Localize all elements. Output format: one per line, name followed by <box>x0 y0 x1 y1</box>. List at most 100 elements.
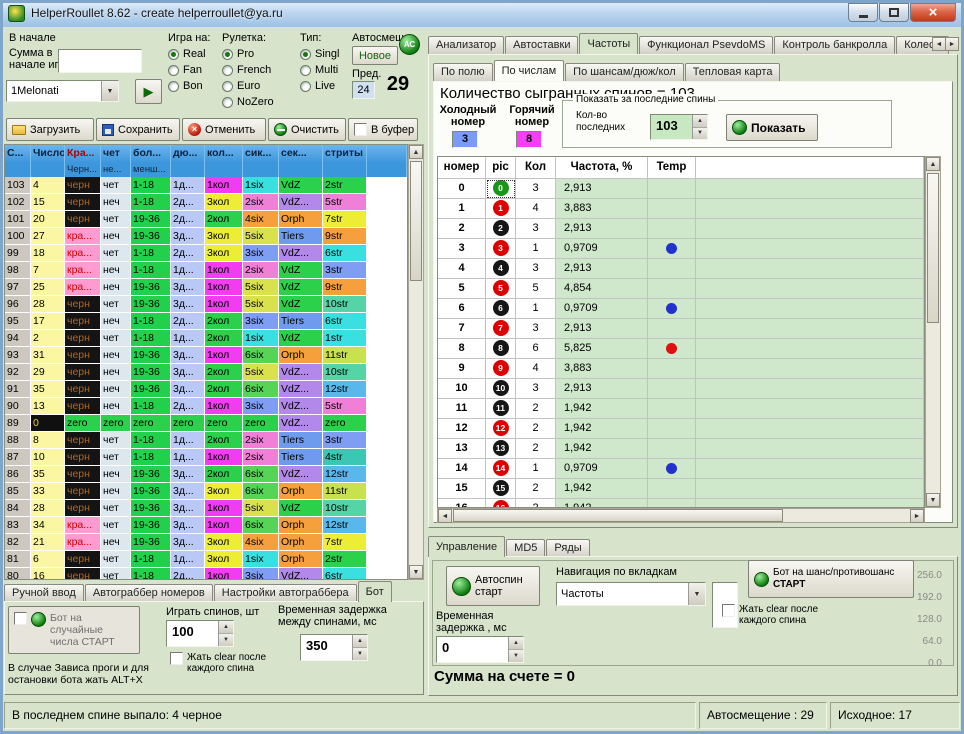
freq-row[interactable]: 1143,883 <box>438 199 924 219</box>
history-row[interactable]: 8710чернчет1-181д...1кол2sixTiers4str <box>5 449 407 466</box>
history-row[interactable]: 942чернчет1-181д...2кол1sixVdZ1str <box>5 330 407 347</box>
freq-row[interactable]: 2232,913 <box>438 219 924 239</box>
history-row[interactable]: 888чернчет1-181д...2кол2sixTiers3str <box>5 432 407 449</box>
history-row[interactable]: 9628чернчет19-363д...1кол5sixVdZ10str <box>5 296 407 313</box>
history-row[interactable]: 8428чернчет19-363д...1кол5sixVdZ10str <box>5 500 407 517</box>
autospin-button[interactable]: Автоспин старт <box>446 566 540 606</box>
radio-French[interactable]: French <box>222 62 274 78</box>
spin-down-icon[interactable]: ▼ <box>219 634 233 646</box>
freq-row[interactable]: 121221,942 <box>438 419 924 439</box>
radio-Singl[interactable]: Singl <box>300 46 339 62</box>
spin-up-icon[interactable]: ▲ <box>509 637 523 650</box>
freq-row[interactable]: 141410,9709 <box>438 459 924 479</box>
chevron-down-icon[interactable]: ▼ <box>101 81 118 101</box>
freq-row[interactable]: 111121,942 <box>438 399 924 419</box>
chevron-down-icon[interactable]: ▼ <box>688 583 705 605</box>
scroll-up-icon[interactable]: ▲ <box>409 145 423 159</box>
br-delay-value[interactable]: 0 <box>437 637 508 662</box>
tab-Ручной ввод[interactable]: Ручной ввод <box>4 584 84 602</box>
close-button[interactable]: × <box>910 3 956 22</box>
freq-col-header[interactable]: номер <box>438 157 486 179</box>
radio-Live[interactable]: Live <box>300 78 339 94</box>
history-row[interactable]: 8221кра...неч19-363д...3кол4sixOrph7str <box>5 534 407 551</box>
spin-up-icon[interactable]: ▲ <box>219 621 233 634</box>
tab-Управление[interactable]: Управление <box>428 536 505 557</box>
history-row[interactable]: 10120чернчет19-362д...2кол4sixOrph7str <box>5 211 407 228</box>
freq-row[interactable]: 6610,9709 <box>438 299 924 319</box>
spins-count-value[interactable]: 100 <box>167 621 218 646</box>
spins-count-stepper[interactable]: 100 ▲ ▼ <box>166 620 234 647</box>
history-row[interactable]: 987кра...неч1-181д...1кол2sixVdZ3str <box>5 262 407 279</box>
bl-clear-checkbox-row[interactable]: Жать clear после каждого спина <box>170 652 266 674</box>
history-row[interactable]: 9918кра...чет1-182д...3кол3sixVdZ...6str <box>5 245 407 262</box>
cancel-button[interactable]: × Отменить <box>182 118 266 141</box>
spin-down-icon[interactable]: ▼ <box>509 650 523 662</box>
freq-row[interactable]: 161621,942 <box>438 499 924 508</box>
history-col-header[interactable]: кол... <box>205 145 243 163</box>
freq-row[interactable]: 8865,825 <box>438 339 924 359</box>
br-delay-stepper[interactable]: 0 ▲ ▼ <box>436 636 524 663</box>
freq-row[interactable]: 5554,854 <box>438 279 924 299</box>
history-row[interactable]: 9331черннеч19-363д...1кол6sixOrph11str <box>5 347 407 364</box>
show-button[interactable]: Показать <box>726 114 818 141</box>
history-row[interactable]: 9135черннеч19-363д...2кол6sixVdZ...12str <box>5 381 407 398</box>
history-row[interactable]: 9229черннеч19-363д...2кол5sixVdZ...10str <box>5 364 407 381</box>
clear-button[interactable]: Очистить <box>268 118 346 141</box>
tab-Автоставки[interactable]: Автоставки <box>505 36 578 54</box>
bl-clear-checkbox[interactable] <box>170 652 183 665</box>
history-row[interactable]: 9725кра...неч19-363д...1кол5sixVdZ9str <box>5 279 407 296</box>
freq-hscroll-thumb[interactable] <box>453 509 783 522</box>
title-bar[interactable]: HelperRoullet 8.62 - create helperroulle… <box>0 0 964 27</box>
maximize-button[interactable] <box>879 3 909 22</box>
history-col-header[interactable]: Число <box>31 145 65 163</box>
freq-col-header[interactable]: pic <box>486 157 516 179</box>
history-vertical-scrollbar[interactable]: ▲ ▼ <box>408 144 424 580</box>
tab-Тепловая карта[interactable]: Тепловая карта <box>685 63 781 81</box>
radio-NoZero[interactable]: NoZero <box>222 94 274 110</box>
radio-Bon[interactable]: Bon <box>168 78 206 94</box>
freq-col-header[interactable]: Частота, % <box>556 157 648 179</box>
history-row[interactable]: 8334кра...чет19-363д...1кол6sixOrph12str <box>5 517 407 534</box>
history-col-header[interactable]: бол... <box>131 145 171 163</box>
freq-row[interactable]: 0032,913 <box>438 179 924 199</box>
freq-col-header[interactable]: Кол <box>516 157 556 179</box>
history-row[interactable]: 8635черннеч19-363д...2кол6sixVdZ...12str <box>5 466 407 483</box>
freq-row[interactable]: 101032,913 <box>438 379 924 399</box>
history-row[interactable]: 1034чернчет1-181д...1кол1sixVdZ2str <box>5 177 407 194</box>
tab-Ряды[interactable]: Ряды <box>546 539 589 557</box>
radio-Euro[interactable]: Euro <box>222 78 274 94</box>
save-button[interactable]: Сохранить <box>96 118 180 141</box>
freq-col-header[interactable]: Temp <box>648 157 696 179</box>
last-count-value[interactable]: 103 <box>651 115 692 139</box>
random-bot-checkbox[interactable] <box>14 612 27 625</box>
radio-Real[interactable]: Real <box>168 46 206 62</box>
freq-horizontal-scrollbar[interactable]: ◄ ► <box>437 508 925 523</box>
tab-Контроль банкролла[interactable]: Контроль банкролла <box>774 36 895 54</box>
tab-По полю[interactable]: По полю <box>433 63 493 81</box>
autoshift-new-button[interactable]: Новое <box>352 46 398 65</box>
tab-Функционал PsevdoMS[interactable]: Функционал PsevdoMS <box>639 36 773 54</box>
history-scroll-thumb[interactable] <box>410 161 422 281</box>
tab-Настройки автограббера[interactable]: Настройки автограббера <box>214 584 357 602</box>
last-count-stepper[interactable]: 103 ▲ ▼ <box>650 114 708 140</box>
nav-combobox[interactable]: Частоты ▼ <box>556 582 706 606</box>
history-row[interactable]: 10027кра...неч19-363д...3кол5sixTiers9st… <box>5 228 407 245</box>
tab-scroll-right-icon[interactable]: ► <box>945 37 959 51</box>
spin-down-icon[interactable]: ▼ <box>693 128 707 140</box>
history-col-header[interactable]: сек... <box>279 145 323 163</box>
freq-row[interactable]: 4432,913 <box>438 259 924 279</box>
scroll-down-icon[interactable]: ▼ <box>926 493 940 507</box>
tab-MD5[interactable]: MD5 <box>506 539 545 557</box>
br-clear-checkbox[interactable] <box>722 604 735 617</box>
history-row[interactable]: 8533черннеч19-363д...3кол6sixOrph11str <box>5 483 407 500</box>
history-col-header[interactable]: Кра... <box>65 145 101 163</box>
spin-delay-value[interactable]: 350 <box>301 635 352 660</box>
history-row[interactable]: 8016чернчет1-182д...1кол3sixVdZ...6str <box>5 568 407 580</box>
spin-down-icon[interactable]: ▼ <box>353 648 367 660</box>
buffer-checkbox[interactable] <box>354 123 367 136</box>
history-row[interactable]: 816чернчет1-181д...3кол1sixOrph2str <box>5 551 407 568</box>
freq-row[interactable]: 7732,913 <box>438 319 924 339</box>
scroll-right-icon[interactable]: ► <box>910 509 924 523</box>
tab-Анализатор[interactable]: Анализатор <box>428 36 504 54</box>
radio-Multi[interactable]: Multi <box>300 62 339 78</box>
